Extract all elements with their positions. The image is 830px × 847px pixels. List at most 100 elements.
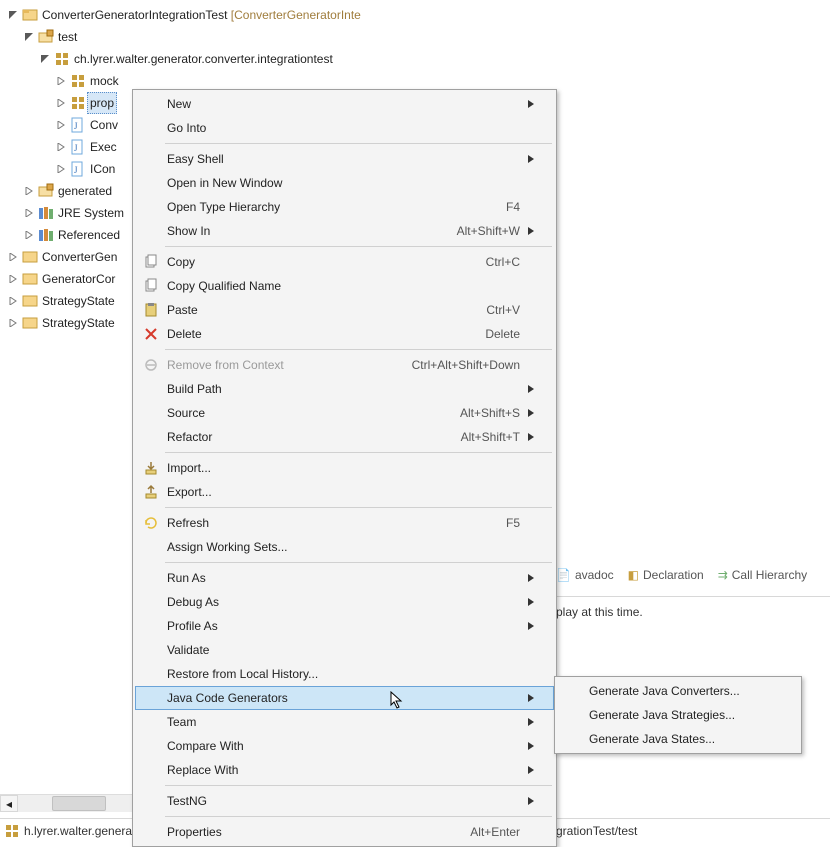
collapse-arrow-icon[interactable] bbox=[54, 74, 68, 88]
views-tabstrip: 📄 avadoc ◧ Declaration ⇉ Call Hierarchy bbox=[556, 568, 807, 582]
submenu-arrow-icon bbox=[526, 694, 536, 702]
tree-node-package[interactable]: ch.lyrer.walter.generator.converter.inte… bbox=[6, 48, 830, 70]
menu-item-paste[interactable]: PasteCtrl+V bbox=[135, 298, 554, 322]
menu-item-easy-shell[interactable]: Easy Shell bbox=[135, 147, 554, 171]
menu-separator bbox=[165, 507, 552, 508]
submenu-arrow-icon bbox=[526, 574, 536, 582]
expand-arrow-icon[interactable] bbox=[6, 8, 20, 22]
tab-call-hierarchy[interactable]: ⇉ Call Hierarchy bbox=[718, 568, 807, 582]
export-icon bbox=[139, 484, 163, 500]
collapse-arrow-icon[interactable] bbox=[22, 184, 36, 198]
menu-item-open-in-new-window[interactable]: Open in New Window bbox=[135, 171, 554, 195]
menu-item-label: Easy Shell bbox=[163, 152, 526, 166]
menu-item-restore-from-local-history[interactable]: Restore from Local History... bbox=[135, 662, 554, 686]
menu-item-properties[interactable]: PropertiesAlt+Enter bbox=[135, 820, 554, 844]
collapse-arrow-icon[interactable] bbox=[54, 140, 68, 154]
copyq-icon bbox=[139, 278, 163, 294]
menu-item-debug-as[interactable]: Debug As bbox=[135, 590, 554, 614]
tree-label: generated bbox=[58, 181, 112, 201]
delete-icon bbox=[139, 326, 163, 342]
refresh-icon bbox=[139, 515, 163, 531]
tree-node-test[interactable]: test bbox=[6, 26, 830, 48]
menu-item-import[interactable]: Import... bbox=[135, 456, 554, 480]
submenu-item-generate-java-states[interactable]: Generate Java States... bbox=[557, 727, 799, 751]
tree-label: StrategyState bbox=[42, 313, 115, 333]
tree-label: Conv bbox=[90, 115, 118, 135]
submenu-arrow-icon bbox=[526, 766, 536, 774]
menu-item-team[interactable]: Team bbox=[135, 710, 554, 734]
menu-item-new[interactable]: New bbox=[135, 92, 554, 116]
menu-item-refactor[interactable]: RefactorAlt+Shift+T bbox=[135, 425, 554, 449]
library-icon bbox=[38, 205, 54, 221]
menu-item-refresh[interactable]: RefreshF5 bbox=[135, 511, 554, 535]
menu-item-remove-from-context: Remove from ContextCtrl+Alt+Shift+Down bbox=[135, 353, 554, 377]
expand-arrow-icon[interactable] bbox=[38, 52, 52, 66]
menu-item-compare-with[interactable]: Compare With bbox=[135, 734, 554, 758]
menu-item-label: Java Code Generators bbox=[163, 691, 526, 705]
menu-item-testng[interactable]: TestNG bbox=[135, 789, 554, 813]
collapse-arrow-icon[interactable] bbox=[22, 206, 36, 220]
collapse-arrow-icon[interactable] bbox=[22, 228, 36, 242]
menu-item-label: Paste bbox=[163, 303, 486, 317]
menu-item-label: Remove from Context bbox=[163, 358, 412, 372]
menu-item-label: Restore from Local History... bbox=[163, 667, 526, 681]
javadoc-icon: 📄 bbox=[556, 568, 571, 582]
tree-label: mock bbox=[90, 71, 119, 91]
menu-shortcut: F5 bbox=[506, 516, 526, 530]
collapse-arrow-icon[interactable] bbox=[6, 316, 20, 330]
menu-separator bbox=[165, 785, 552, 786]
scroll-left-button[interactable]: ◂ bbox=[0, 795, 18, 812]
menu-shortcut: Ctrl+Alt+Shift+Down bbox=[412, 358, 526, 372]
menu-item-run-as[interactable]: Run As bbox=[135, 566, 554, 590]
package-icon bbox=[54, 51, 70, 67]
menu-item-label: Copy Qualified Name bbox=[163, 279, 526, 293]
tab-javadoc[interactable]: 📄 avadoc bbox=[556, 568, 614, 582]
menu-item-validate[interactable]: Validate bbox=[135, 638, 554, 662]
tab-declaration[interactable]: ◧ Declaration bbox=[628, 568, 704, 582]
menu-item-copy-qualified-name[interactable]: Copy Qualified Name bbox=[135, 274, 554, 298]
package-icon bbox=[70, 95, 86, 111]
menu-item-label: Team bbox=[163, 715, 526, 729]
menu-shortcut: Ctrl+C bbox=[486, 255, 526, 269]
menu-item-profile-as[interactable]: Profile As bbox=[135, 614, 554, 638]
collapse-arrow-icon[interactable] bbox=[54, 118, 68, 132]
collapse-arrow-icon[interactable] bbox=[6, 250, 20, 264]
menu-item-java-code-generators[interactable]: Java Code Generators bbox=[135, 686, 554, 710]
menu-item-export[interactable]: Export... bbox=[135, 480, 554, 504]
svg-text:J: J bbox=[74, 143, 78, 153]
expand-arrow-icon[interactable] bbox=[22, 30, 36, 44]
submenu-item-generate-java-converters[interactable]: Generate Java Converters... bbox=[557, 679, 799, 703]
menu-item-build-path[interactable]: Build Path bbox=[135, 377, 554, 401]
collapse-arrow-icon[interactable] bbox=[6, 294, 20, 308]
menu-item-delete[interactable]: DeleteDelete bbox=[135, 322, 554, 346]
menu-separator bbox=[165, 562, 552, 563]
project-icon bbox=[22, 7, 38, 23]
menu-item-go-into[interactable]: Go Into bbox=[135, 116, 554, 140]
menu-item-assign-working-sets[interactable]: Assign Working Sets... bbox=[135, 535, 554, 559]
menu-separator bbox=[165, 143, 552, 144]
collapse-arrow-icon[interactable] bbox=[54, 96, 68, 110]
tree-root[interactable]: ConverterGeneratorIntegrationTest [Conve… bbox=[6, 4, 830, 26]
project-icon bbox=[22, 271, 38, 287]
submenu-item-generate-java-strategies[interactable]: Generate Java Strategies... bbox=[557, 703, 799, 727]
submenu-arrow-icon bbox=[526, 598, 536, 606]
menu-shortcut: Alt+Enter bbox=[470, 825, 526, 839]
submenu-item-label: Generate Java States... bbox=[585, 732, 781, 746]
menu-item-open-type-hierarchy[interactable]: Open Type HierarchyF4 bbox=[135, 195, 554, 219]
menu-item-copy[interactable]: CopyCtrl+C bbox=[135, 250, 554, 274]
menu-item-replace-with[interactable]: Replace With bbox=[135, 758, 554, 782]
collapse-arrow-icon[interactable] bbox=[6, 272, 20, 286]
menu-item-label: Validate bbox=[163, 643, 526, 657]
status-text-right: grationTest/test bbox=[556, 824, 637, 838]
scroll-thumb[interactable] bbox=[52, 796, 106, 811]
view-info-text: play at this time. bbox=[556, 596, 830, 619]
menu-item-source[interactable]: SourceAlt+Shift+S bbox=[135, 401, 554, 425]
menu-item-show-in[interactable]: Show InAlt+Shift+W bbox=[135, 219, 554, 243]
tree-label: Exec bbox=[90, 137, 117, 157]
submenu-arrow-icon bbox=[526, 227, 536, 235]
collapse-arrow-icon[interactable] bbox=[54, 162, 68, 176]
submenu-arrow-icon bbox=[526, 718, 536, 726]
menu-shortcut: F4 bbox=[506, 200, 526, 214]
menu-item-label: Build Path bbox=[163, 382, 526, 396]
library-icon bbox=[38, 227, 54, 243]
